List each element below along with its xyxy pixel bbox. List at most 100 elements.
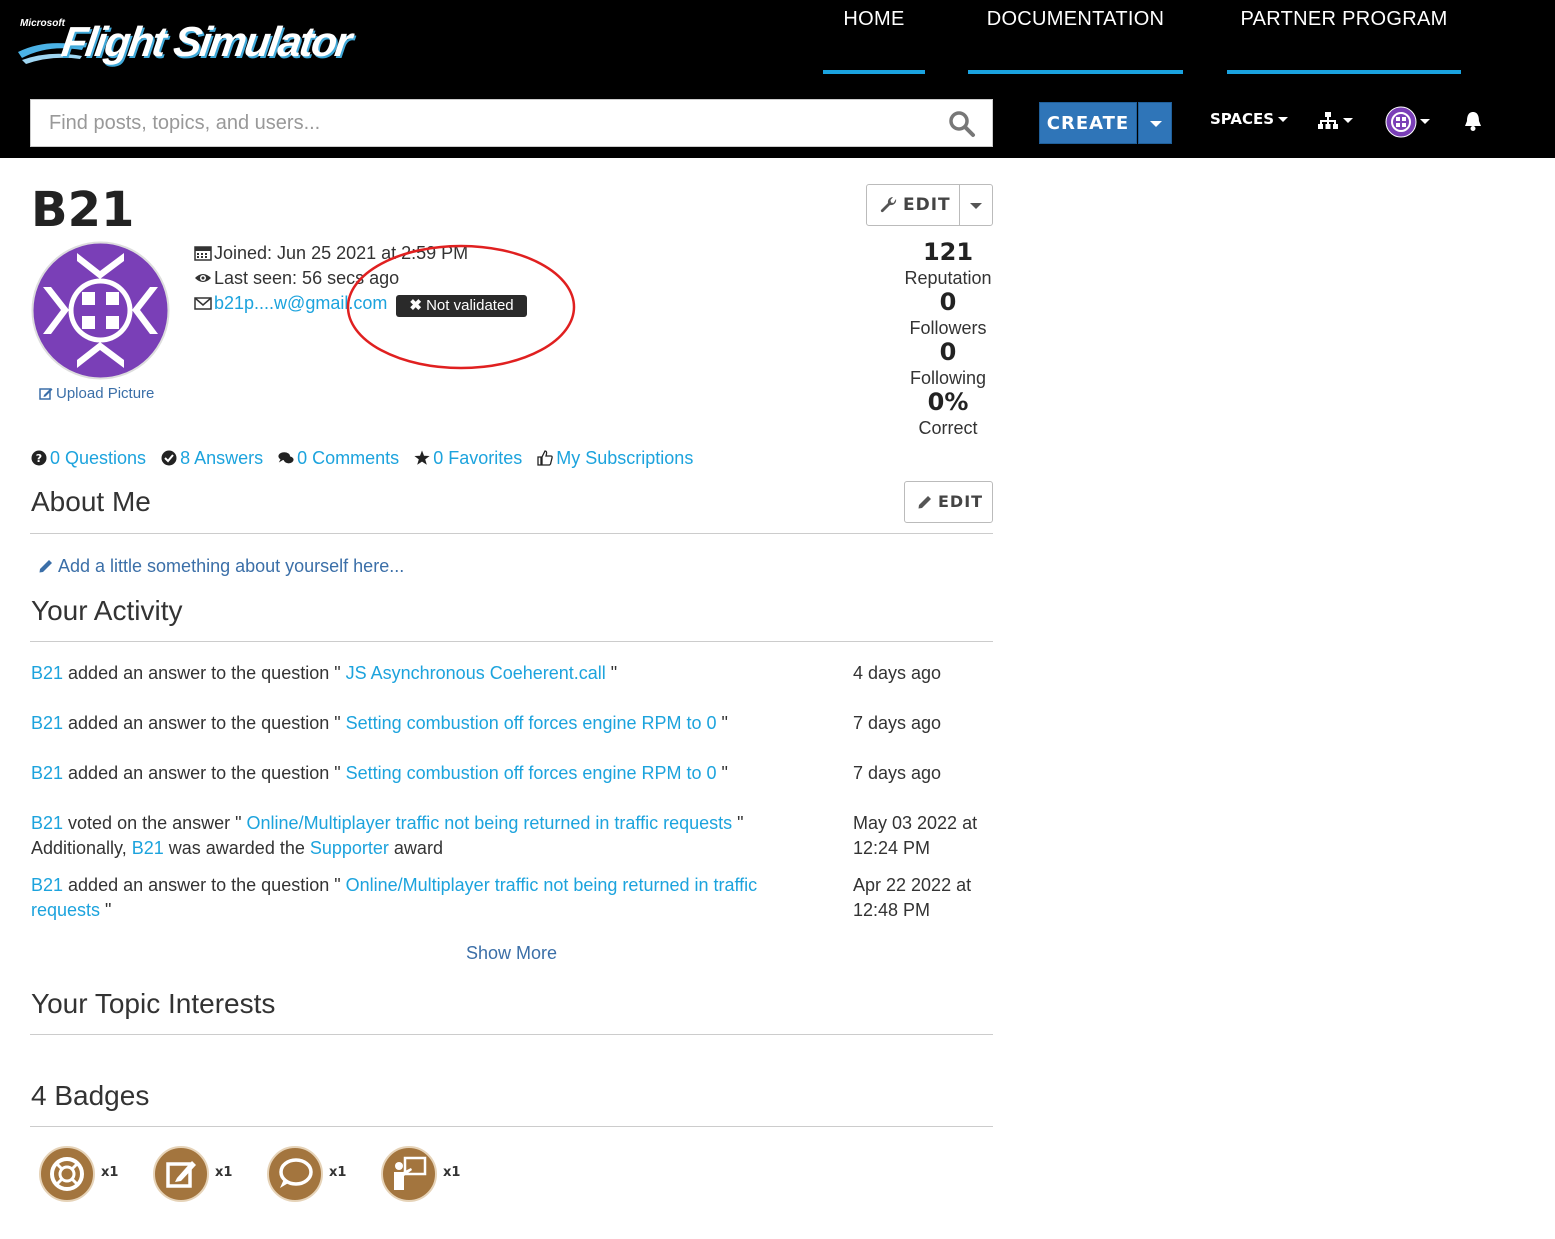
create-dropdown-button[interactable]	[1138, 102, 1172, 144]
activity-item: B21 added an answer to the question " Se…	[31, 711, 821, 736]
top-header: Microsoft Flight Simulator HOME DOCUMENT…	[0, 0, 1555, 158]
activity-user-link[interactable]: B21	[31, 763, 63, 783]
followers-value: 0	[939, 288, 957, 316]
search-bar	[30, 99, 993, 147]
activity-time: 7 days ago	[853, 763, 942, 783]
activity-question-link[interactable]: Setting combustion off forces engine RPM…	[346, 713, 717, 733]
activity-user-link[interactable]: B21	[31, 663, 63, 683]
activity-question-link[interactable]: JS Asynchronous Coeherent.call	[346, 663, 606, 683]
badge-count: x1	[443, 1165, 461, 1180]
show-more-link[interactable]: Show More	[466, 943, 557, 964]
close-icon: ✖	[409, 297, 422, 314]
spaces-menu[interactable]: SPACES	[1210, 110, 1289, 128]
nav-documentation[interactable]: DOCUMENTATION	[968, 0, 1183, 74]
activity-time: May 03 2022 at 12:24 PM	[853, 813, 978, 858]
last-seen: Last seen: 56 secs ago	[194, 268, 399, 289]
profile-edit-label: EDIT	[903, 195, 951, 215]
profile-links: ? 0 Questions 8 Answers 0 Comments 0 Favo…	[31, 448, 703, 469]
activity-question-link[interactable]: Setting combustion off forces engine RPM…	[346, 763, 717, 783]
comments-icon	[278, 452, 294, 464]
upload-picture-link[interactable]: Upload Picture	[39, 385, 154, 402]
badge-count: x1	[101, 1165, 119, 1180]
nav-home[interactable]: HOME	[823, 0, 925, 74]
activity-quote-end: "	[605, 663, 618, 683]
about-edit-button[interactable]: EDIT	[904, 481, 993, 523]
subscriptions-link[interactable]: My Subscriptions	[537, 448, 693, 469]
badge-count: x1	[215, 1165, 233, 1180]
last-seen-text: Last seen: 56 secs ago	[214, 268, 400, 288]
profile-edit-dropdown[interactable]	[960, 185, 992, 225]
activity-extra-pre: Additionally,	[31, 838, 132, 858]
activity-user-link[interactable]: B21	[31, 813, 63, 833]
comment-badge-icon[interactable]	[267, 1146, 323, 1202]
activity-quote-end: "	[716, 763, 728, 783]
logo-brand-main: Flight Simulator	[58, 18, 354, 65]
lifebuoy-badge-icon[interactable]	[39, 1146, 95, 1202]
activity-time: 7 days ago	[853, 713, 942, 733]
wrench-icon	[880, 196, 897, 213]
chevron-down-icon	[1150, 121, 1162, 127]
followers-label[interactable]: Followers	[893, 318, 1003, 339]
divider	[30, 641, 993, 642]
teacher-badge-icon[interactable]	[381, 1146, 437, 1202]
badges-count: 4	[31, 1080, 47, 1111]
pencil-icon	[918, 496, 931, 509]
comments-link[interactable]: 0 Comments	[278, 448, 399, 469]
calendar-icon	[194, 246, 212, 261]
activity-user-link[interactable]: B21	[31, 713, 63, 733]
divider	[30, 1126, 993, 1127]
topic-interests-title: Your Topic Interests	[31, 988, 276, 1019]
joined-text: Joined: Jun 25 2021 at 2:59 PM	[214, 243, 469, 263]
activity-quote-end: "	[732, 813, 744, 833]
user-avatar-menu[interactable]	[1385, 106, 1433, 138]
activity-user-link[interactable]: B21	[132, 838, 164, 858]
about-edit-label: EDIT	[938, 492, 984, 511]
pencil-icon	[39, 560, 52, 573]
questions-link[interactable]: ? 0 Questions	[31, 448, 146, 469]
about-add-link[interactable]: Add a little something about yourself he…	[38, 556, 404, 577]
sitemap-icon[interactable]	[1318, 111, 1354, 131]
divider	[30, 533, 993, 534]
reputation-value: 121	[922, 238, 974, 266]
activity-extra-post: award	[388, 838, 443, 858]
activity-action: added an answer to the question "	[63, 713, 346, 733]
answers-link[interactable]: 8 Answers	[161, 448, 263, 469]
bell-icon[interactable]	[1464, 110, 1482, 132]
activity-user-link[interactable]: B21	[31, 875, 63, 895]
activity-answer-link[interactable]: Online/Multiplayer traffic not being ret…	[247, 813, 733, 833]
activity-action: added an answer to the question "	[63, 663, 346, 683]
activity-item: B21 added an answer to the question " JS…	[31, 661, 821, 686]
email-address[interactable]: b21p....w@gmail.com	[214, 293, 387, 313]
activity-time: 4 days ago	[853, 663, 942, 683]
create-button[interactable]: CREATE	[1039, 102, 1137, 144]
edit-badge-icon[interactable]	[153, 1146, 209, 1202]
activity-item: B21 added an answer to the question " On…	[31, 873, 821, 923]
thumbs-up-icon	[537, 450, 554, 466]
email-status-badge: ✖ Not validated	[396, 295, 527, 317]
badges-label: Badges	[54, 1080, 150, 1111]
divider	[30, 1034, 993, 1035]
profile-edit-button[interactable]: EDIT	[867, 185, 960, 225]
spaces-label: SPACES	[1210, 110, 1275, 128]
favorites-link[interactable]: 0 Favorites	[414, 448, 522, 469]
envelope-icon	[194, 297, 212, 310]
star-icon	[414, 450, 430, 465]
badge-count: x1	[329, 1165, 347, 1180]
reputation-label: Reputation	[904, 268, 992, 288]
search-input[interactable]	[31, 100, 931, 146]
activity-item: B21 added an answer to the question " Se…	[31, 761, 821, 786]
eye-icon	[195, 274, 211, 282]
flight-simulator-logo[interactable]: Microsoft Flight Simulator	[16, 14, 353, 76]
edit-icon	[39, 388, 53, 400]
profile-edit-group: EDIT	[866, 184, 993, 226]
avatar	[31, 241, 170, 380]
activity-extra-mid: was awarded the	[163, 838, 310, 858]
activity-item: B21 voted on the answer " Online/Multipl…	[31, 811, 821, 861]
nav-partner-program[interactable]: PARTNER PROGRAM	[1227, 0, 1461, 74]
activity-award-link[interactable]: Supporter	[310, 838, 389, 858]
search-icon[interactable]	[948, 110, 976, 138]
about-placeholder-text: Add a little something about yourself he…	[58, 556, 405, 576]
following-value: 0	[939, 338, 957, 366]
following-label[interactable]: Following	[893, 368, 1003, 389]
logo-brand-small: Microsoft	[20, 18, 65, 29]
